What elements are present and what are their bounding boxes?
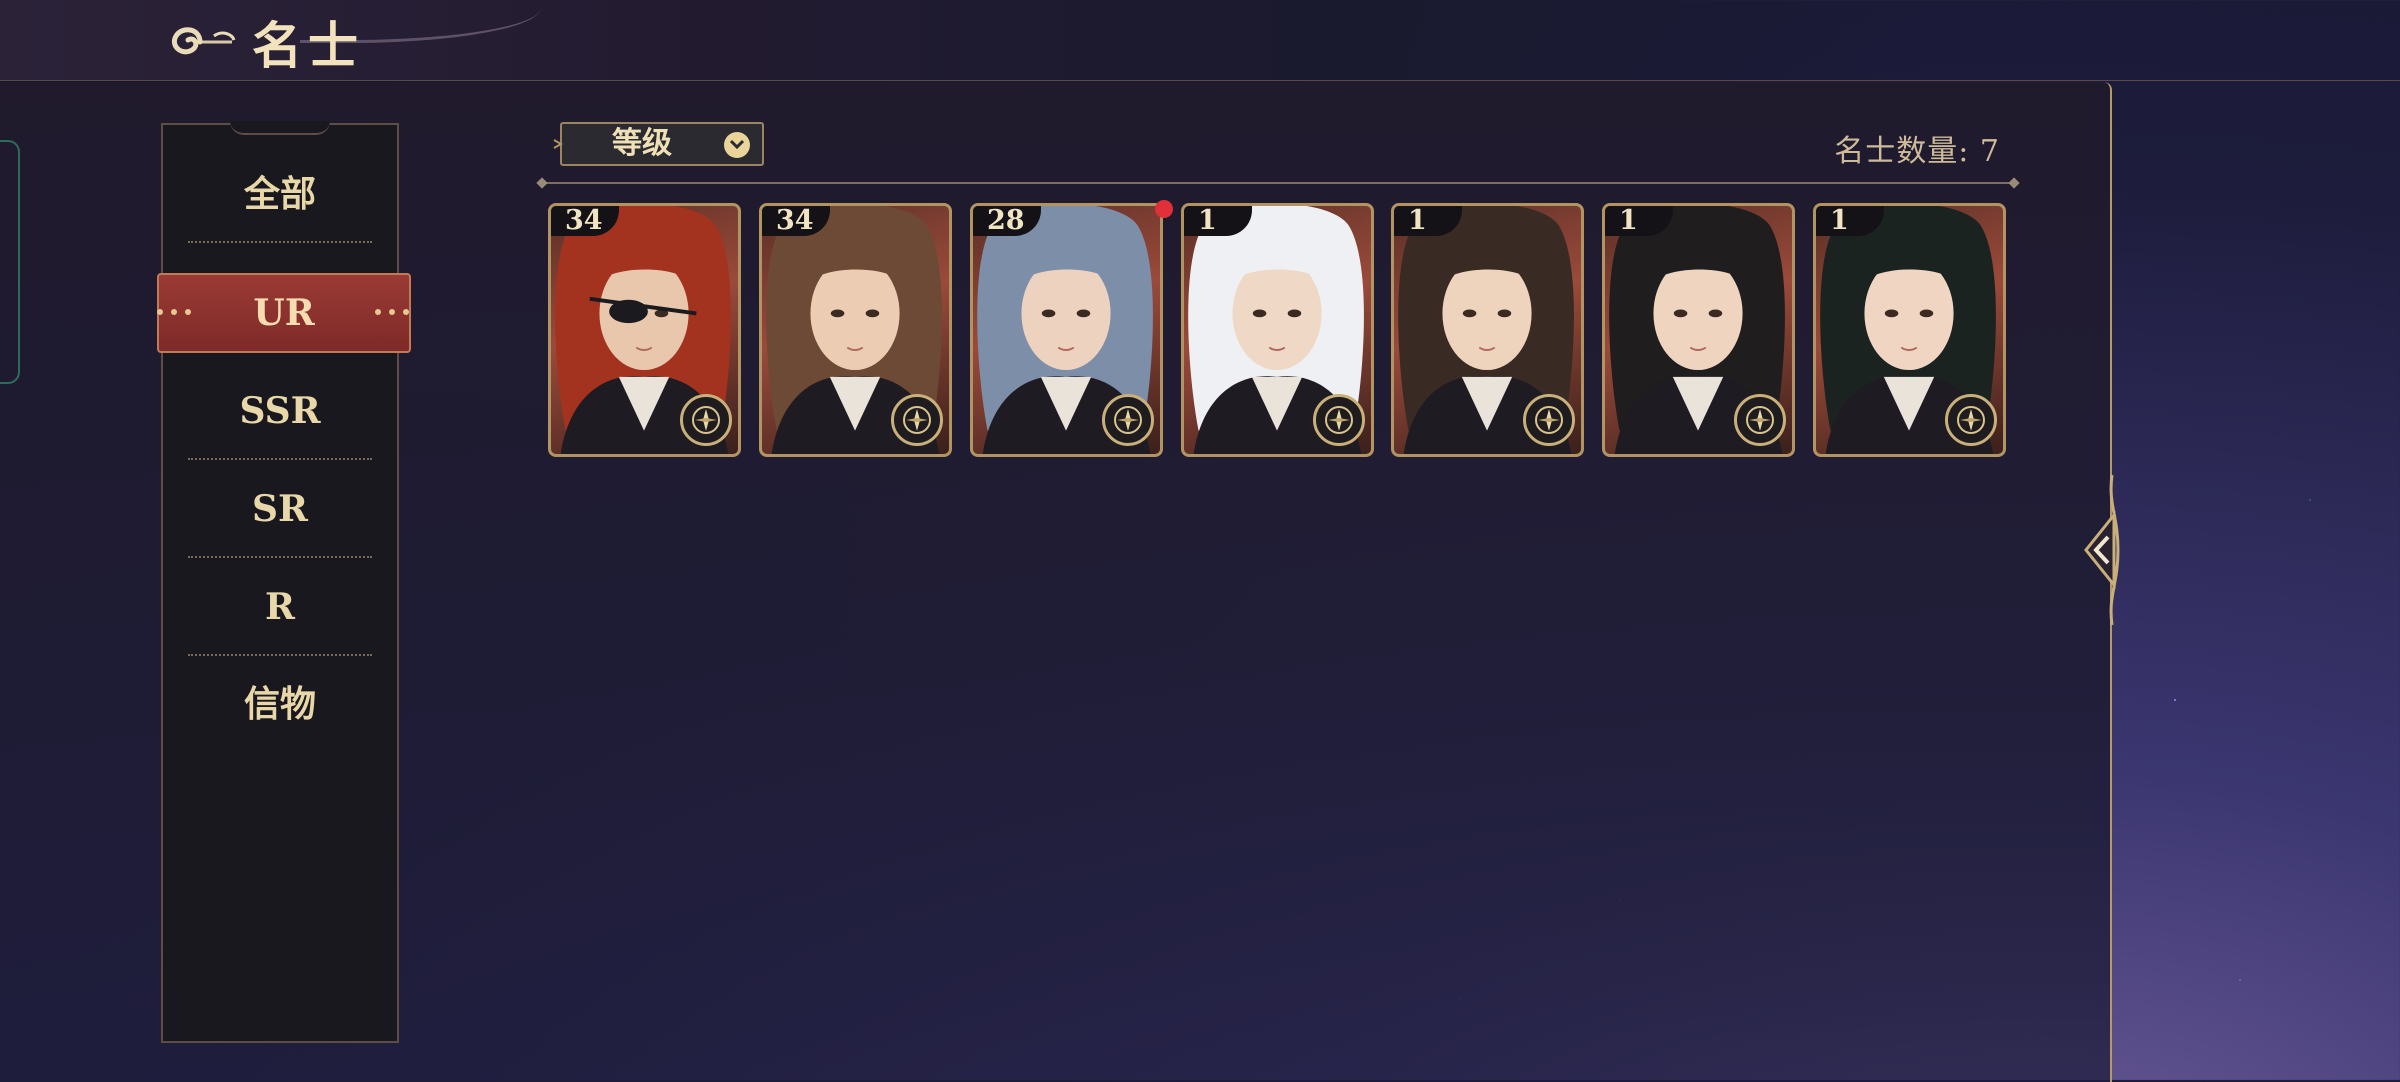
sidebar-item-all[interactable]: 全部 (163, 145, 397, 243)
top-header-bar: 名士 (0, 0, 2400, 81)
compass-emblem-icon (1734, 394, 1786, 446)
sidebar-item-sr[interactable]: SR (163, 460, 397, 558)
cloud-swirl-icon (172, 27, 236, 55)
compass-emblem-icon (1523, 394, 1575, 446)
collapse-panel-arrow-icon[interactable] (2078, 475, 2122, 625)
left-edge-tab[interactable] (0, 140, 20, 384)
level-text: 34 (565, 205, 603, 236)
rarity-filter-sidebar: 全部 UR SSR SR R 信物 (157, 121, 411, 1043)
sidebar-item-r[interactable]: R (163, 558, 397, 656)
hero-card[interactable]: 1 (1181, 203, 1374, 457)
hero-card[interactable]: 1 (1813, 203, 2006, 457)
sidebar-item-ur[interactable]: UR (157, 273, 411, 353)
section-divider (542, 182, 2014, 184)
hero-card[interactable]: 34 (548, 203, 741, 457)
level-text: 1 (1830, 205, 1849, 236)
sidebar-top-notch (230, 121, 330, 135)
sort-dropdown[interactable]: 等级 (553, 122, 764, 166)
level-text: 28 (987, 205, 1025, 236)
sidebar-item-label: 全部 (243, 173, 316, 215)
sidebar-item-label: R (265, 586, 295, 628)
compass-emblem-icon (891, 394, 943, 446)
hero-card[interactable]: 1 (1391, 203, 1584, 457)
sidebar-item-label: SR (252, 488, 308, 530)
level-text: 1 (1408, 205, 1427, 236)
sidebar-item-tokens[interactable]: 信物 (163, 655, 397, 753)
notification-dot (1155, 200, 1173, 218)
ornament-dots-left (157, 309, 193, 315)
compass-emblem-icon (680, 394, 732, 446)
hero-card[interactable]: 28 (970, 203, 1163, 457)
hero-count: 名士数量: 7 (1834, 134, 2000, 169)
ornament-icon (553, 139, 564, 149)
compass-emblem-icon (1313, 394, 1365, 446)
sidebar-item-ssr[interactable]: SSR (163, 362, 397, 460)
chevron-down-icon (724, 132, 750, 158)
sort-label: 等级 (612, 126, 672, 161)
level-text: 1 (1198, 205, 1217, 236)
sidebar-item-label: UR (253, 292, 315, 334)
hero-card[interactable]: 1 (1602, 203, 1795, 457)
sidebar-item-label: SSR (239, 390, 321, 432)
level-text: 34 (776, 205, 814, 236)
sidebar-item-label: 信物 (243, 683, 316, 725)
hero-card[interactable]: 34 (759, 203, 952, 457)
level-text: 1 (1619, 205, 1638, 236)
ornament-dots-right (375, 309, 411, 315)
compass-emblem-icon (1945, 394, 1997, 446)
compass-emblem-icon (1102, 394, 1154, 446)
divider (188, 241, 372, 243)
page-title: 名士 (252, 16, 364, 75)
